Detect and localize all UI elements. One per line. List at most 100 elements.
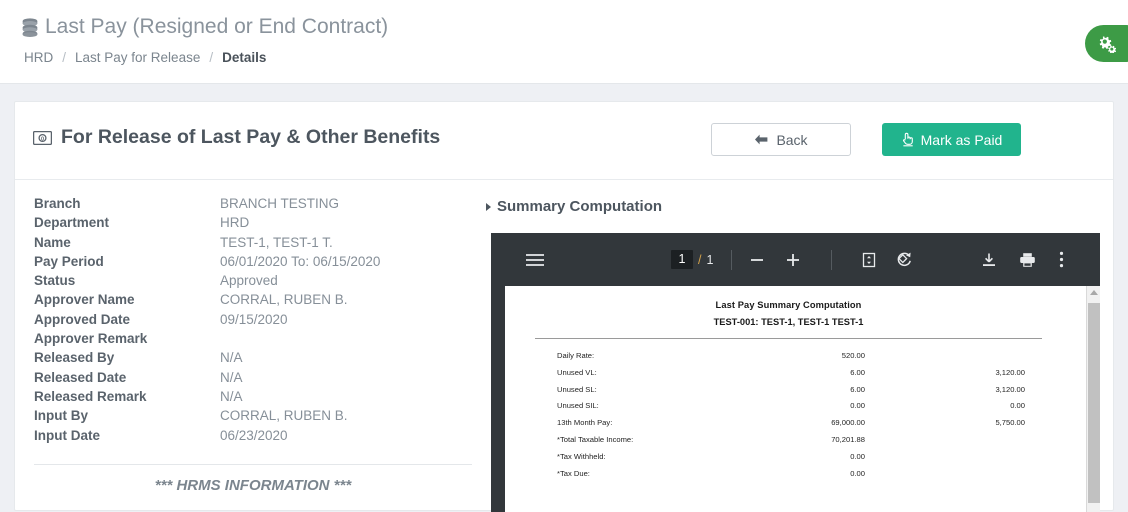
card-title-text: For Release of Last Pay & Other Benefits bbox=[61, 126, 441, 148]
pdf-table-row: Unused SIL: 0.00 0.00 bbox=[535, 398, 1042, 415]
pdf-table-row: *Tax Due: 0.00 bbox=[535, 466, 1042, 483]
pdf-row-value-2: 5,750.00 bbox=[995, 418, 1025, 428]
detail-row: Approved Date 09/15/2020 bbox=[34, 310, 474, 329]
more-vertical-icon[interactable] bbox=[1059, 251, 1064, 268]
breadcrumb-separator: / bbox=[209, 50, 214, 65]
toolbar-divider bbox=[731, 249, 732, 270]
detail-row: Released Remark N/A bbox=[34, 387, 474, 406]
pdf-row-value-2: 3,120.00 bbox=[995, 384, 1025, 394]
page-total: 1 bbox=[706, 252, 714, 267]
breadcrumb-item-details: Details bbox=[222, 50, 267, 65]
pdf-row-label: *Tax Due: bbox=[557, 468, 590, 478]
detail-row: Status Approved bbox=[34, 271, 474, 290]
pdf-row-value-2 bbox=[865, 449, 1025, 466]
pdf-row-value-1: 0.00 bbox=[850, 468, 865, 478]
detail-label: Released Remark bbox=[34, 388, 147, 404]
back-button[interactable]: Back bbox=[711, 123, 851, 156]
rotate-icon[interactable] bbox=[896, 251, 913, 268]
pdf-table-row: Unused VL: 6.00 3,120.00 bbox=[535, 365, 1042, 382]
detail-label: Status bbox=[34, 273, 76, 289]
detail-label: Released By bbox=[34, 350, 115, 366]
breadcrumb-item-last-pay-for-release[interactable]: Last Pay for Release bbox=[75, 50, 200, 65]
pdf-document-title: Last Pay Summary Computation bbox=[715, 300, 862, 310]
hamburger-icon[interactable] bbox=[525, 253, 545, 267]
mark-as-paid-button[interactable]: Mark as Paid bbox=[882, 123, 1021, 156]
pdf-row-value-1: 0.00 bbox=[850, 401, 865, 411]
pdf-document-subtitle: TEST-001: TEST-1, TEST-1 TEST-1 bbox=[713, 317, 864, 327]
pdf-row-value-2: 0.00 bbox=[1010, 401, 1025, 411]
pdf-row-label: Unused SIL: bbox=[557, 401, 599, 411]
hand-pointer-icon bbox=[902, 132, 913, 147]
detail-row: Approver Name CORRAL, RUBEN B. bbox=[34, 290, 474, 309]
pdf-table-row: *Total Taxable Income: 70,201.88 bbox=[535, 432, 1042, 449]
detail-value: N/A bbox=[220, 369, 243, 385]
mark-as-paid-label: Mark as Paid bbox=[920, 131, 1003, 148]
settings-fab-button[interactable] bbox=[1085, 25, 1128, 62]
breadcrumb-item-hrd[interactable]: HRD bbox=[24, 50, 53, 65]
detail-row: Pay Period 06/01/2020 To: 06/15/2020 bbox=[34, 252, 474, 271]
detail-label: Released Date bbox=[34, 369, 127, 385]
page-header: Last Pay (Resigned or End Contract) HRD … bbox=[0, 0, 1128, 84]
detail-value: TEST-1, TEST-1 T. bbox=[220, 234, 333, 250]
summary-computation-toggle[interactable]: Summary Computation bbox=[486, 198, 662, 215]
pdf-row-value-2 bbox=[865, 466, 1025, 483]
download-icon[interactable] bbox=[981, 252, 997, 268]
breadcrumb-separator: / bbox=[62, 50, 67, 65]
detail-value: BRANCH TESTING bbox=[220, 196, 340, 211]
card-header: 0 For Release of Last Pay & Other Benefi… bbox=[15, 102, 1113, 180]
print-icon[interactable] bbox=[1019, 252, 1036, 268]
pdf-row-value-1: 69,000.00 bbox=[831, 418, 865, 428]
detail-row: Branch BRANCH TESTING bbox=[34, 194, 474, 213]
detail-value: CORRAL, RUBEN B. bbox=[220, 292, 348, 308]
pdf-document-content: Last Pay Summary Computation TEST-001: T… bbox=[505, 286, 1072, 512]
detail-label: Branch bbox=[34, 196, 81, 211]
detail-label: Name bbox=[34, 234, 71, 250]
detail-label: Pay Period bbox=[34, 253, 104, 269]
detail-value: 06/23/2020 bbox=[220, 427, 288, 443]
pdf-row-value-1: 520.00 bbox=[841, 351, 865, 360]
pdf-table-row: Unused SL: 6.00 3,120.00 bbox=[535, 382, 1042, 399]
breadcrumb: HRD / Last Pay for Release / Details bbox=[24, 50, 266, 65]
pdf-row-label: Daily Rate: bbox=[557, 351, 595, 360]
detail-value: 06/01/2020 To: 06/15/2020 bbox=[220, 253, 381, 269]
plus-icon[interactable] bbox=[785, 252, 801, 268]
page-navigation: 1 / 1 bbox=[671, 250, 713, 269]
scroll-up-arrow-icon[interactable] bbox=[1090, 290, 1098, 295]
minus-icon[interactable] bbox=[749, 252, 765, 268]
scrollbar-thumb[interactable] bbox=[1088, 303, 1100, 503]
divider bbox=[34, 464, 472, 465]
page-title: Last Pay (Resigned or End Contract) bbox=[22, 15, 388, 39]
page-number-input[interactable]: 1 bbox=[671, 250, 693, 269]
detail-list: Branch BRANCH TESTING Department HRD Nam… bbox=[34, 194, 474, 445]
pdf-row-value-2 bbox=[865, 432, 1025, 449]
back-button-label: Back bbox=[776, 131, 808, 148]
pdf-row-label: Unused SL: bbox=[557, 384, 597, 394]
pdf-row-value-1: 6.00 bbox=[850, 384, 865, 394]
detail-value: Approved bbox=[220, 273, 278, 289]
page-title-text: Last Pay (Resigned or End Contract) bbox=[45, 15, 389, 38]
pdf-scrollbar[interactable] bbox=[1086, 286, 1100, 512]
detail-label: Input By bbox=[34, 408, 88, 424]
pdf-page: Last Pay Summary Computation TEST-001: T… bbox=[505, 286, 1086, 512]
toolbar-divider bbox=[831, 249, 832, 270]
detail-label: Approver Name bbox=[34, 292, 135, 308]
detail-value: CORRAL, RUBEN B. bbox=[220, 408, 348, 424]
pdf-row-label: *Total Taxable Income: bbox=[557, 434, 634, 444]
detail-value: 09/15/2020 bbox=[220, 311, 288, 327]
gears-icon bbox=[1099, 35, 1116, 53]
pdf-row-value-2: 3,120.00 bbox=[995, 367, 1025, 377]
pdf-table-row: *Tax Withheld: 0.00 bbox=[535, 449, 1042, 466]
detail-row: Released Date N/A bbox=[34, 368, 474, 387]
detail-value: N/A bbox=[220, 350, 243, 366]
fit-page-icon[interactable] bbox=[861, 252, 877, 268]
pdf-table-row: Daily Rate: 520.00 bbox=[535, 348, 1042, 365]
money-bill-icon: 0 bbox=[33, 130, 52, 145]
detail-value: HRD bbox=[220, 215, 250, 231]
detail-label: Department bbox=[34, 215, 110, 231]
triangle-right-icon bbox=[486, 202, 491, 211]
detail-value: N/A bbox=[220, 388, 243, 404]
arrow-left-icon bbox=[755, 134, 768, 145]
pdf-row-value-1: 70,201.88 bbox=[831, 434, 865, 444]
pdf-row-value-1: 6.00 bbox=[850, 367, 865, 377]
page-separator: / bbox=[698, 252, 702, 267]
